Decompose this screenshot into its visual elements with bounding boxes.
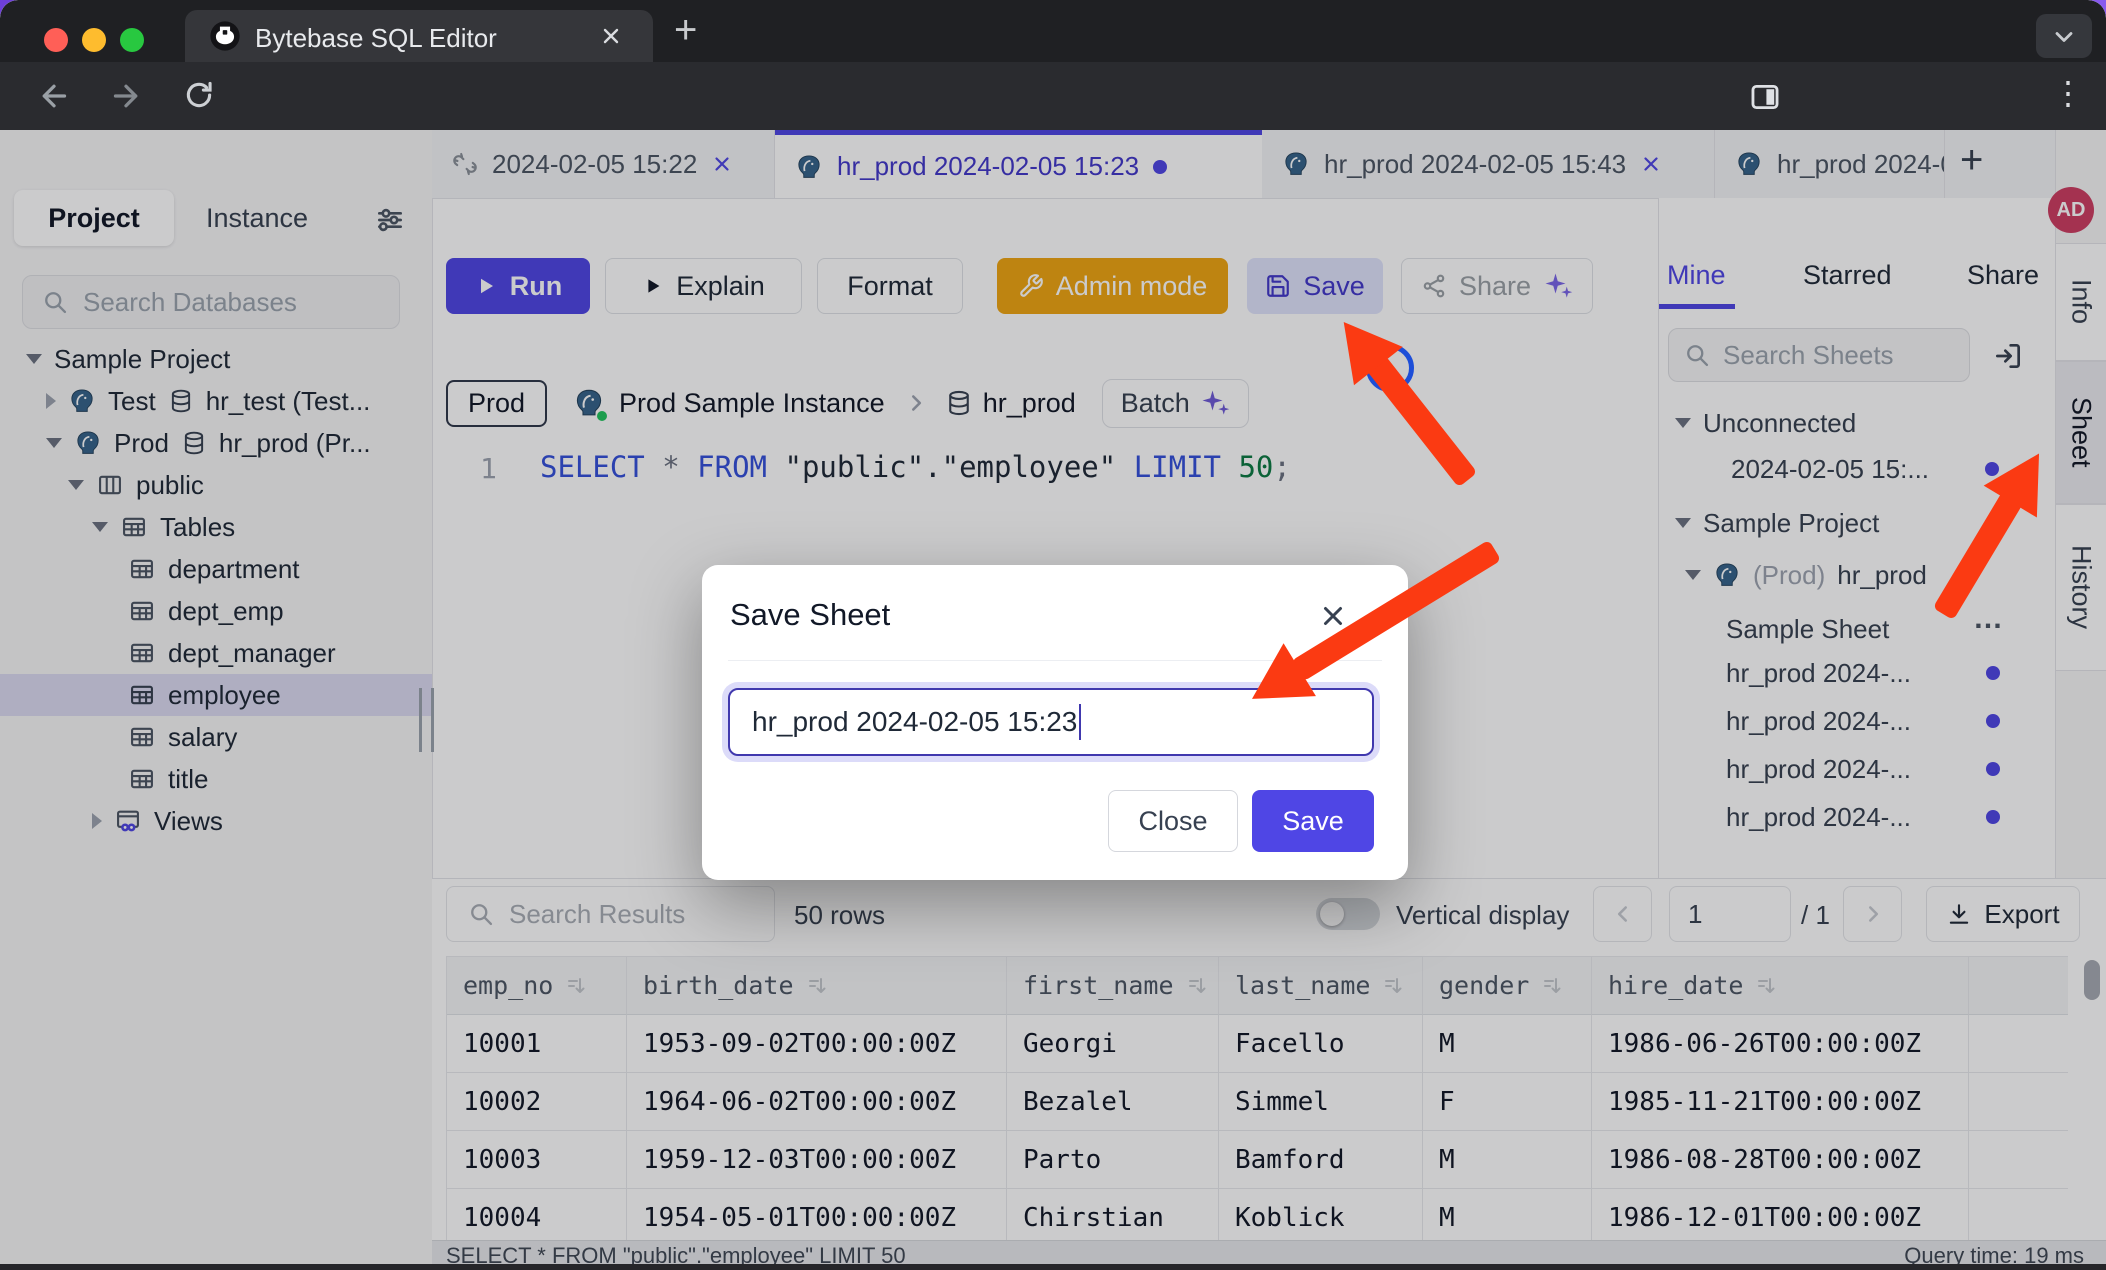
save-sheet-dialog: Save Sheet hr_prod 2024-02-05 15:23 Clos… (702, 565, 1408, 880)
tab-close-icon[interactable] (599, 24, 623, 48)
dialog-close-button[interactable]: Close (1108, 790, 1238, 852)
close-label: Close (1138, 806, 1207, 837)
browser-tab-title: Bytebase SQL Editor (255, 23, 497, 54)
browser-tab[interactable]: Bytebase SQL Editor (185, 10, 653, 62)
window-bottom-edge (0, 1264, 2106, 1270)
browser-tab-strip: Bytebase SQL Editor + (0, 0, 2106, 62)
new-tab-button[interactable]: + (674, 8, 697, 53)
side-panel-icon[interactable] (1748, 80, 1782, 114)
dialog-title: Save Sheet (730, 597, 890, 633)
forward-icon[interactable] (108, 78, 144, 114)
close-window-button[interactable] (44, 28, 68, 52)
browser-menu-icon[interactable]: ⋮ (2052, 74, 2084, 112)
sheet-name-value: hr_prod 2024-02-05 15:23 (752, 706, 1077, 738)
screen: Bytebase SQL Editor + localhost:8080/sql… (0, 0, 2106, 1270)
maximize-window-button[interactable] (120, 28, 144, 52)
browser-toolbar: localhost:8080/sql-editor/prod-sample-in… (0, 62, 2106, 130)
minimize-window-button[interactable] (82, 28, 106, 52)
bytebase-favicon-icon (209, 20, 241, 52)
dialog-close-icon[interactable] (1318, 601, 1348, 631)
dialog-save-button[interactable]: Save (1252, 790, 1374, 852)
tab-search-button[interactable] (2036, 14, 2092, 58)
text-caret (1079, 704, 1081, 740)
chevron-down-icon (2050, 23, 2078, 51)
browser-window: Bytebase SQL Editor + localhost:8080/sql… (0, 0, 2106, 1270)
save-label: Save (1282, 806, 1344, 837)
reload-icon[interactable] (182, 78, 216, 112)
back-icon[interactable] (36, 78, 72, 114)
